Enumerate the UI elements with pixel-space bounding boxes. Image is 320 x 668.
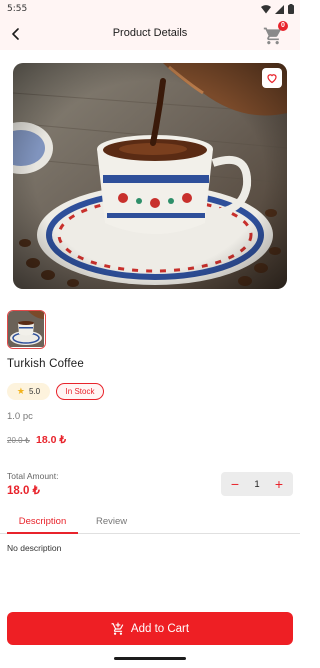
star-icon: ★: [16, 386, 25, 396]
turkish-coffee-photo: [13, 63, 287, 289]
turkish-coffee-thumbnail: [8, 311, 44, 347]
signal-icon: [275, 4, 284, 14]
rating-badge: ★ 5.0: [7, 383, 50, 400]
product-image: [13, 63, 287, 289]
cart-button[interactable]: 0: [262, 21, 288, 46]
heart-icon: [267, 74, 277, 84]
detail-tabs: Description Review: [0, 512, 300, 534]
tab-description[interactable]: Description: [7, 516, 78, 534]
product-thumbnail[interactable]: [7, 310, 46, 349]
total-amount-value: 18.0 ₺: [7, 485, 40, 497]
wifi-icon: [261, 4, 271, 13]
stock-status-badge: In Stock: [56, 383, 104, 400]
status-bar: 5:55: [0, 0, 300, 18]
status-time: 5:55: [7, 4, 28, 14]
tab-review[interactable]: Review: [96, 516, 127, 527]
product-name: Turkish Coffee: [7, 358, 84, 370]
quantity-value: 1: [254, 478, 260, 490]
quantity-stepper: − 1 +: [221, 472, 293, 496]
cart-count-badge: 0: [278, 21, 288, 31]
cart-plus-icon: [111, 622, 124, 635]
page-title: Product Details: [112, 27, 188, 39]
sale-price: 18.0 ₺: [36, 434, 67, 446]
increase-quantity-button[interactable]: +: [272, 477, 286, 491]
app-header: Product Details 0: [0, 18, 300, 50]
add-to-cart-button[interactable]: Add to Cart: [7, 612, 293, 645]
favorite-button[interactable]: [262, 68, 282, 88]
decrease-quantity-button[interactable]: −: [228, 477, 242, 491]
add-to-cart-label: Add to Cart: [130, 622, 190, 635]
description-text: No description: [7, 543, 62, 553]
battery-icon: [288, 4, 294, 14]
product-unit: 1.0 pc: [7, 411, 33, 422]
total-amount-label: Total Amount:: [7, 471, 59, 481]
rating-value: 5.0: [28, 387, 41, 396]
status-icons: [261, 4, 294, 14]
home-indicator: [114, 657, 186, 660]
original-price: 20.0 ₺: [7, 436, 30, 445]
